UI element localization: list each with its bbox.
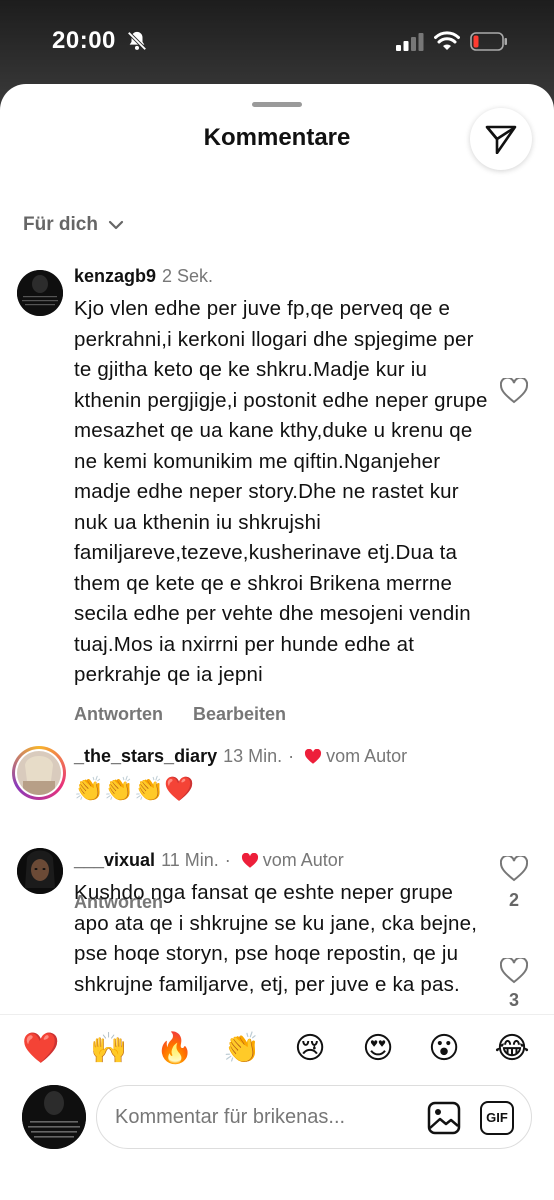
like-count: 2 bbox=[508, 890, 519, 910]
emoji-raised-hands[interactable]: 🙌 bbox=[87, 1029, 131, 1069]
sort-label: Für dich bbox=[23, 214, 98, 235]
comment-text: Kushdo nga fansat qe eshte neper grupe a… bbox=[74, 881, 478, 996]
comment-username[interactable]: kenzagb9 bbox=[74, 266, 156, 287]
sort-dropdown[interactable]: Für dich bbox=[23, 214, 124, 236]
author-heart-icon bbox=[305, 748, 322, 764]
chevron-down-icon bbox=[108, 220, 124, 230]
emoji-surprised[interactable]: 😮 bbox=[422, 1029, 466, 1069]
comment-meta: ___vixual 11 Min. · vom Autor bbox=[74, 850, 344, 871]
emoji-fire[interactable]: 🔥 bbox=[153, 1029, 197, 1069]
gif-button[interactable]: GIF bbox=[480, 1101, 514, 1135]
avatar-image bbox=[17, 848, 63, 894]
avatar[interactable] bbox=[17, 270, 63, 316]
emoji-clapping[interactable]: 👏 bbox=[220, 1029, 264, 1069]
emoji-heart-eyes[interactable]: 😍 bbox=[356, 1029, 400, 1069]
author-heart-icon bbox=[241, 852, 258, 868]
send-icon bbox=[485, 125, 517, 154]
comment-time: 13 Min. bbox=[223, 746, 283, 766]
comment-input-placeholder: Kommentar für brikenas... bbox=[115, 1106, 346, 1128]
image-icon[interactable] bbox=[427, 1101, 461, 1135]
comment-time: 11 Min. bbox=[161, 850, 219, 870]
emoji-laughing[interactable]: 😂 bbox=[490, 1029, 534, 1069]
edit-button[interactable]: Bearbeiten bbox=[193, 704, 286, 725]
emoji-heart[interactable]: ❤️ bbox=[19, 1029, 63, 1069]
comment-actions: Antworten Bearbeiten bbox=[74, 704, 316, 725]
like-count: 3 bbox=[508, 990, 519, 1010]
status-bar: 20:00 bbox=[0, 0, 554, 84]
comment-meta: _the_stars_diary 13 Min. · vom Autor bbox=[74, 746, 408, 767]
avatar[interactable] bbox=[17, 848, 63, 894]
comment-input[interactable]: Kommentar für brikenas... GIF bbox=[96, 1085, 532, 1149]
author-badge: vom Autor bbox=[326, 746, 408, 766]
comment-time: 2 Sek. bbox=[162, 266, 214, 286]
avatar-image bbox=[17, 270, 63, 316]
comment-text: Kjo vlen edhe per juve fp,qe perveq qe e… bbox=[74, 297, 488, 686]
own-avatar bbox=[22, 1085, 86, 1149]
author-badge: vom Autor bbox=[262, 850, 344, 870]
bell-slash-icon bbox=[127, 31, 147, 51]
heart-outline-icon[interactable] bbox=[500, 378, 528, 404]
heart-outline-icon[interactable] bbox=[500, 958, 528, 984]
emoji-crying[interactable]: 😢 bbox=[288, 1029, 332, 1069]
share-button[interactable] bbox=[470, 108, 532, 170]
comment-username[interactable]: ___vixual bbox=[74, 850, 155, 871]
composer-bar: ❤️ 🙌 🔥 👏 😢 😍 😮 😂 Kommentar für brikenas.… bbox=[0, 1014, 554, 1200]
status-time: 20:00 bbox=[52, 27, 116, 54]
avatar-image bbox=[17, 751, 61, 795]
sheet-grabber[interactable] bbox=[252, 102, 302, 107]
reply-button[interactable]: Antworten bbox=[74, 704, 163, 725]
battery-low-icon bbox=[470, 32, 507, 51]
comment-username[interactable]: _the_stars_diary bbox=[74, 746, 217, 767]
comment-text: 👏👏👏❤️ bbox=[74, 775, 195, 803]
heart-outline-icon[interactable] bbox=[500, 856, 528, 882]
avatar[interactable] bbox=[12, 746, 66, 800]
wifi-icon bbox=[434, 31, 460, 50]
avatar-image bbox=[22, 1085, 86, 1149]
comment-meta: kenzagb9 2 Sek. bbox=[74, 266, 213, 287]
signal-icon bbox=[396, 33, 424, 51]
emoji-quick-reactions: ❤️ 🙌 🔥 👏 😢 😍 😮 😂 bbox=[0, 1029, 554, 1069]
